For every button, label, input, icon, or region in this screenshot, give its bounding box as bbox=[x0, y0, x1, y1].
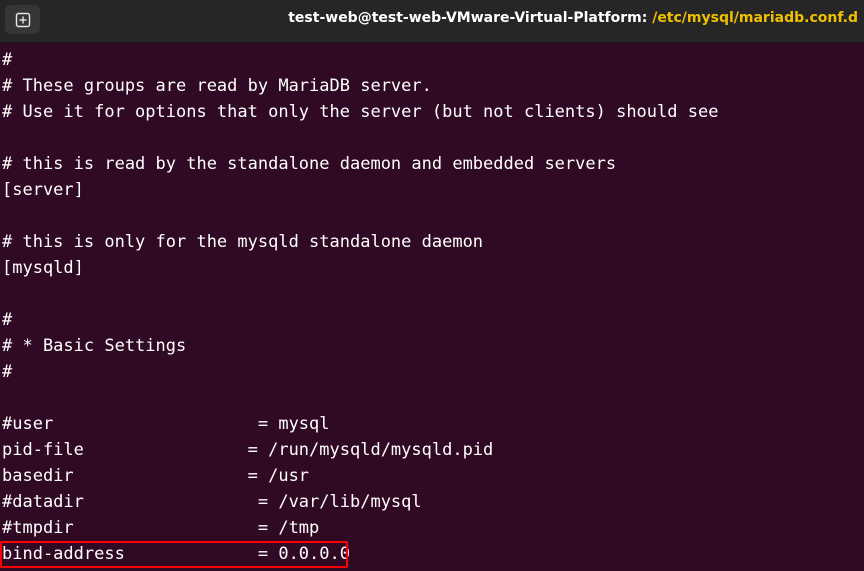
new-tab-icon bbox=[15, 12, 30, 27]
terminal-line: # bbox=[2, 310, 13, 330]
terminal-line: #datadir = /var/lib/mysql bbox=[2, 492, 422, 512]
terminal-line: basedir = /usr bbox=[2, 466, 310, 486]
title-host: test-web@test-web-VMware-Virtual-Platfor… bbox=[288, 10, 653, 26]
terminal-line: # this is only for the mysqld standalone… bbox=[2, 232, 484, 252]
terminal-line: # bbox=[2, 362, 13, 382]
terminal-line: # * Basic Settings bbox=[2, 336, 187, 356]
window-title: test-web@test-web-VMware-Virtual-Platfor… bbox=[288, 10, 858, 26]
terminal-line: # Use it for options that only the serve… bbox=[2, 102, 719, 122]
terminal-window: test-web@test-web-VMware-Virtual-Platfor… bbox=[0, 0, 864, 571]
title-path: /etc/mysql/mariadb.conf.d bbox=[652, 10, 858, 26]
terminal-line: # this is read by the standalone daemon … bbox=[2, 154, 617, 174]
terminal-content[interactable]: # # These groups are read by MariaDB serv… bbox=[0, 47, 864, 571]
highlighted-config-line: bind-address = 0.0.0.0 bbox=[0, 541, 864, 568]
new-tab-button[interactable] bbox=[5, 5, 40, 34]
terminal-line: [mysqld] bbox=[2, 258, 84, 278]
terminal-line: [server] bbox=[2, 180, 84, 200]
terminal-line: #user = mysql bbox=[2, 414, 330, 434]
terminal-line: #tmpdir = /tmp bbox=[2, 518, 320, 538]
title-bar: test-web@test-web-VMware-Virtual-Platfor… bbox=[0, 0, 864, 43]
terminal-line: # bbox=[2, 50, 13, 70]
terminal-line: # These groups are read by MariaDB serve… bbox=[2, 76, 432, 96]
terminal-line: pid-file = /run/mysqld/mysqld.pid bbox=[2, 440, 494, 460]
